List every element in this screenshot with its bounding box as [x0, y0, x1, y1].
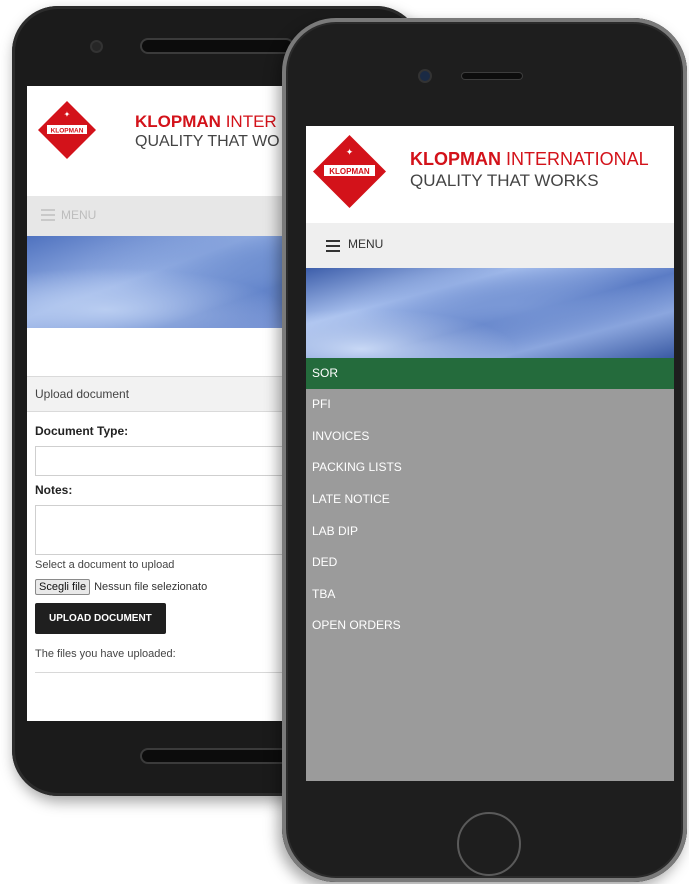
menu-label[interactable]: MENU	[348, 237, 383, 251]
menu-bar[interactable]: MENU	[306, 223, 674, 268]
svg-text:✦: ✦	[64, 110, 71, 119]
front-phone-screen: ✦ KLOPMAN KLOPMAN INTERNATIONAL QUALITY …	[306, 126, 674, 781]
choose-file-button[interactable]: Scegli file	[35, 579, 91, 595]
nav-item-label: SOR	[312, 366, 339, 380]
front-camera-icon	[92, 42, 101, 51]
nav-item-label: PACKING LISTS	[312, 460, 402, 474]
nav-item-label: LAB DIP	[312, 524, 359, 538]
brand-name: KLOPMAN INTER	[135, 112, 277, 131]
hamburger-menu-icon[interactable]	[326, 240, 340, 252]
klopman-logo-icon[interactable]: ✦ KLOPMAN	[37, 100, 97, 160]
nav-item-label: LATE NOTICE	[312, 492, 390, 506]
nav-item-sor[interactable]: SOR	[306, 358, 674, 389]
front-phone: ✦ KLOPMAN KLOPMAN INTERNATIONAL QUALITY …	[282, 18, 687, 882]
svg-text:KLOPMAN: KLOPMAN	[329, 167, 370, 176]
brand-tagline: QUALITY THAT WORKS	[410, 171, 599, 190]
nav-item-label: PFI	[312, 397, 331, 411]
nav-item-invoices[interactable]: INVOICES	[306, 421, 674, 452]
nav-item-packing-lists[interactable]: PACKING LISTS	[306, 452, 674, 483]
svg-text:KLOPMAN: KLOPMAN	[51, 128, 84, 135]
nav-item-label: TBA	[312, 587, 336, 601]
klopman-logo-icon[interactable]: ✦ KLOPMAN	[312, 134, 387, 209]
home-button[interactable]	[457, 812, 521, 876]
front-camera-icon	[420, 71, 430, 81]
earpiece-speaker	[462, 73, 522, 79]
nav-item-pfi[interactable]: PFI	[306, 389, 674, 420]
fabric-banner-image	[306, 268, 674, 358]
nav-item-tba[interactable]: TBA	[306, 579, 674, 610]
nav-item-late-notice[interactable]: LATE NOTICE	[306, 484, 674, 515]
brand-name: KLOPMAN INTERNATIONAL	[410, 149, 649, 169]
site-header: ✦ KLOPMAN KLOPMAN INTERNATIONAL QUALITY …	[306, 126, 674, 223]
upload-document-heading: Upload document	[35, 387, 130, 401]
nav-item-label: INVOICES	[312, 429, 370, 443]
nav-item-open-orders[interactable]: OPEN ORDERS	[306, 610, 674, 641]
menu-label[interactable]: MENU	[61, 208, 96, 222]
brand-tagline: QUALITY THAT WO	[135, 133, 280, 150]
nav-menu: SOR PFI INVOICES PACKING LISTS LATE NOTI…	[306, 358, 674, 781]
speaker-grille	[142, 40, 292, 52]
hamburger-menu-icon[interactable]	[41, 209, 55, 221]
nav-item-label: OPEN ORDERS	[312, 618, 401, 632]
upload-document-button[interactable]: UPLOAD DOCUMENT	[35, 603, 166, 634]
svg-text:✦: ✦	[346, 148, 354, 158]
bottom-speaker-grille	[142, 750, 292, 762]
nav-item-ded[interactable]: DED	[306, 547, 674, 578]
nav-item-lab-dip[interactable]: LAB DIP	[306, 516, 674, 547]
no-file-selected-text: Nessun file selezionato	[94, 581, 208, 593]
nav-item-label: DED	[312, 555, 338, 569]
